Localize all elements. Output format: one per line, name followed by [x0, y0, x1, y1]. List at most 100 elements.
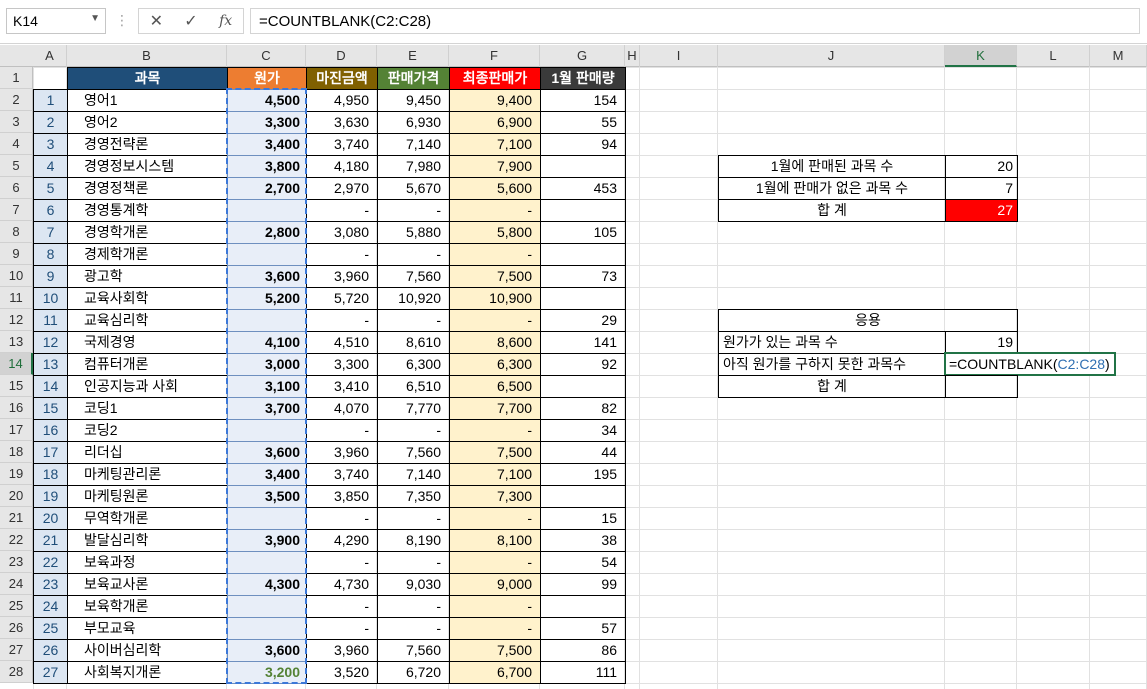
final-price-cell[interactable]: 7,100 — [449, 133, 541, 156]
margin-cell[interactable]: - — [306, 507, 378, 530]
cost-cell[interactable]: 3,400 — [227, 463, 307, 486]
header-blank[interactable] — [33, 67, 68, 90]
price-cell[interactable]: - — [377, 243, 450, 266]
row-header-8[interactable]: 8 — [0, 221, 33, 243]
jan-sales-cell[interactable]: 15 — [540, 507, 626, 530]
cost-cell[interactable]: 4,300 — [227, 573, 307, 596]
subject-cell[interactable]: 보육과정 — [67, 551, 228, 574]
row-number-cell[interactable]: 23 — [33, 573, 68, 596]
price-cell[interactable]: 7,560 — [377, 441, 450, 464]
margin-cell[interactable]: 3,080 — [306, 221, 378, 244]
cost-cell[interactable]: 3,500 — [227, 485, 307, 508]
cost-cell[interactable] — [227, 419, 307, 442]
final-price-cell[interactable]: 9,400 — [449, 89, 541, 112]
subject-cell[interactable]: 교육사회학 — [67, 287, 228, 310]
subject-cell[interactable]: 무역학개론 — [67, 507, 228, 530]
row-number-cell[interactable]: 19 — [33, 485, 68, 508]
jan-sales-cell[interactable]: 195 — [540, 463, 626, 486]
jan-sales-cell[interactable]: 55 — [540, 111, 626, 134]
price-cell[interactable]: 6,930 — [377, 111, 450, 134]
column-header-c[interactable]: C — [227, 45, 306, 67]
cost-cell[interactable]: 4,500 — [227, 89, 307, 112]
subject-cell[interactable]: 경영정책론 — [67, 177, 228, 200]
chevron-down-icon[interactable]: ▼ — [90, 13, 100, 24]
jan-sales-cell[interactable] — [540, 199, 626, 222]
cost-cell[interactable] — [227, 243, 307, 266]
total-label[interactable]: 합 계 — [718, 199, 946, 222]
row-header-23[interactable]: 23 — [0, 551, 33, 573]
column-header-h[interactable]: H — [625, 45, 640, 67]
margin-cell[interactable]: 3,960 — [306, 441, 378, 464]
margin-cell[interactable]: 4,730 — [306, 573, 378, 596]
column-header-l[interactable]: L — [1017, 45, 1090, 67]
row-number-cell[interactable]: 4 — [33, 155, 68, 178]
row-number-cell[interactable]: 5 — [33, 177, 68, 200]
price-cell[interactable]: 7,770 — [377, 397, 450, 420]
cost-cell[interactable] — [227, 309, 307, 332]
jan-sales-cell[interactable] — [540, 595, 626, 618]
final-price-cell[interactable]: 9,000 — [449, 573, 541, 596]
row-number-cell[interactable]: 25 — [33, 617, 68, 640]
total-value[interactable]: 27 — [945, 199, 1018, 222]
row-number-cell[interactable]: 22 — [33, 551, 68, 574]
subject-cell[interactable]: 보육교사론 — [67, 573, 228, 596]
subject-cell[interactable]: 리더십 — [67, 441, 228, 464]
subject-cell[interactable]: 영어2 — [67, 111, 228, 134]
row-number-cell[interactable]: 10 — [33, 287, 68, 310]
margin-cell[interactable]: 3,960 — [306, 265, 378, 288]
column-header-g[interactable]: G — [540, 45, 625, 67]
final-price-cell[interactable]: 7,100 — [449, 463, 541, 486]
jan-sales-cell[interactable] — [540, 485, 626, 508]
price-cell[interactable]: 6,510 — [377, 375, 450, 398]
row-header-19[interactable]: 19 — [0, 463, 33, 485]
price-cell[interactable]: 10,920 — [377, 287, 450, 310]
final-price-cell[interactable]: 8,100 — [449, 529, 541, 552]
final-price-cell[interactable]: 6,300 — [449, 353, 541, 376]
unsold-count-value[interactable]: 7 — [945, 177, 1018, 200]
subject-cell[interactable]: 보육학개론 — [67, 595, 228, 618]
cost-cell[interactable]: 3,700 — [227, 397, 307, 420]
row-number-cell[interactable]: 7 — [33, 221, 68, 244]
subject-cell[interactable]: 경영학개론 — [67, 221, 228, 244]
cost-cell[interactable]: 3,300 — [227, 111, 307, 134]
cancel-icon[interactable]: ✕ — [143, 11, 169, 31]
final-price-cell[interactable]: 7,500 — [449, 639, 541, 662]
no-cost-label[interactable]: 아직 원가를 구하지 못한 과목수 — [718, 353, 946, 376]
row-header-14[interactable]: 14 — [0, 353, 33, 375]
cost-cell[interactable]: 3,600 — [227, 639, 307, 662]
cost-cell[interactable]: 3,900 — [227, 529, 307, 552]
price-cell[interactable]: 9,450 — [377, 89, 450, 112]
cost-cell[interactable]: 3,600 — [227, 441, 307, 464]
final-price-cell[interactable]: 10,900 — [449, 287, 541, 310]
final-price-cell[interactable]: - — [449, 507, 541, 530]
final-price-cell[interactable]: - — [449, 419, 541, 442]
active-cell-editor[interactable]: =COUNTBLANK(C2:C28) — [944, 352, 1116, 376]
row-number-cell[interactable]: 2 — [33, 111, 68, 134]
column-header-a[interactable]: A — [33, 45, 67, 67]
row-header-20[interactable]: 20 — [0, 485, 33, 507]
margin-cell[interactable]: 4,070 — [306, 397, 378, 420]
subject-cell[interactable]: 코딩1 — [67, 397, 228, 420]
column-header-e[interactable]: E — [377, 45, 449, 67]
price-cell[interactable]: 8,610 — [377, 331, 450, 354]
column-header-k[interactable]: K — [945, 45, 1017, 67]
row-number-cell[interactable]: 24 — [33, 595, 68, 618]
final-price-cell[interactable]: 6,900 — [449, 111, 541, 134]
subject-cell[interactable]: 경제학개론 — [67, 243, 228, 266]
row-header-15[interactable]: 15 — [0, 375, 33, 397]
jan-sales-cell[interactable]: 57 — [540, 617, 626, 640]
price-cell[interactable]: - — [377, 551, 450, 574]
margin-cell[interactable]: - — [306, 551, 378, 574]
apply-title[interactable]: 응용 — [718, 309, 1018, 332]
name-box[interactable]: K14 ▼ — [6, 8, 106, 34]
margin-cell[interactable]: 3,740 — [306, 133, 378, 156]
row-header-22[interactable]: 22 — [0, 529, 33, 551]
final-price-cell[interactable]: - — [449, 551, 541, 574]
row-header-9[interactable]: 9 — [0, 243, 33, 265]
price-cell[interactable]: - — [377, 419, 450, 442]
subject-cell[interactable]: 광고학 — [67, 265, 228, 288]
final-price-cell[interactable]: - — [449, 617, 541, 640]
row-number-cell[interactable]: 17 — [33, 441, 68, 464]
margin-cell[interactable]: 4,180 — [306, 155, 378, 178]
cost-cell[interactable]: 3,400 — [227, 133, 307, 156]
